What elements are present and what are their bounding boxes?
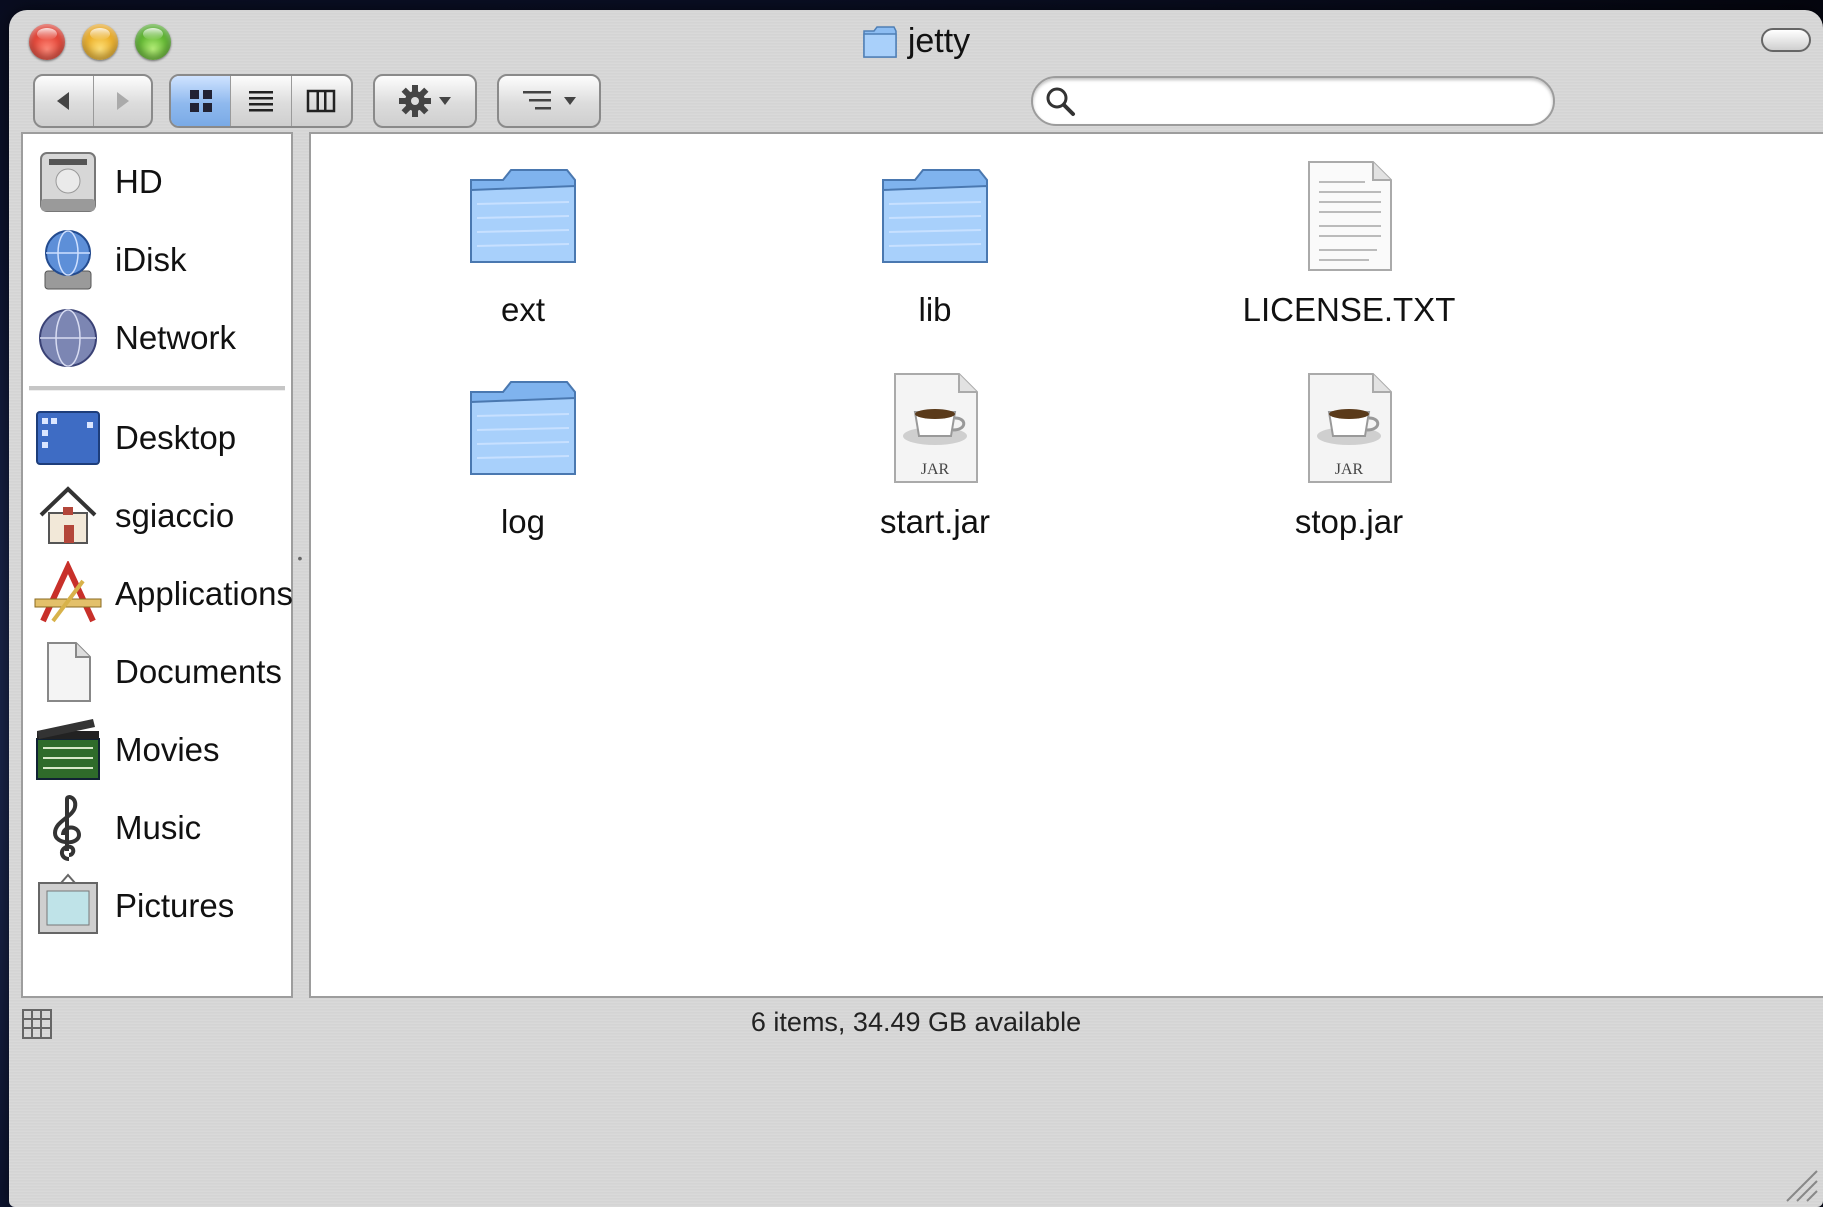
- sidebar-item-applications[interactable]: Applications: [23, 558, 293, 630]
- back-button[interactable]: [35, 76, 93, 126]
- action-menu-button[interactable]: [373, 74, 477, 128]
- column-view-button[interactable]: [290, 76, 351, 126]
- file-item-license-txt[interactable]: LICENSE.TXT: [1229, 158, 1469, 329]
- column-view-icon: [307, 89, 336, 113]
- jar-file-icon: JAR: [894, 373, 978, 483]
- sidebar-item-music[interactable]: Music: [23, 792, 291, 864]
- status-bar-text: 6 items, 34.49 GB available: [750, 1007, 1082, 1037]
- file-name: LICENSE.TXT: [1242, 291, 1456, 328]
- file-name: lib: [918, 291, 952, 328]
- sidebar-item-desktop[interactable]: Desktop: [23, 402, 291, 474]
- sidebar-item-label: sgiaccio: [115, 497, 235, 534]
- sidebar-item-idisk[interactable]: iDisk: [23, 224, 291, 296]
- file-icon-view: ext lib LICENSE.TXT log JAR start.jar JA…: [309, 132, 1823, 998]
- window-title: jetty: [907, 22, 971, 60]
- gear-icon: [399, 85, 431, 117]
- text-document-icon: [1308, 161, 1392, 271]
- sidebar: HD iDisk Network Desktop sgiaccio Applic…: [21, 132, 293, 998]
- search-input[interactable]: [1085, 80, 1553, 122]
- chevron-down-icon: [439, 97, 451, 105]
- folder-icon: [470, 381, 576, 475]
- arrange-menu-button[interactable]: [497, 74, 601, 128]
- file-item-ext[interactable]: ext: [403, 158, 643, 329]
- sidebar-item-movies[interactable]: Movies: [23, 714, 291, 786]
- resize-grip-icon[interactable]: [1783, 1167, 1819, 1203]
- sidebar-splitter-handle[interactable]: •: [295, 550, 305, 566]
- finder-window: jetty HD iDisk Network Desktop sgiaccio …: [9, 10, 1823, 1207]
- file-name: log: [500, 503, 546, 540]
- folder-icon: [863, 25, 897, 58]
- applications-icon: [34, 561, 102, 623]
- search-icon: [1046, 87, 1075, 116]
- jar-badge: JAR: [921, 461, 950, 478]
- list-view-icon: [248, 91, 273, 112]
- file-item-log[interactable]: log: [403, 370, 643, 541]
- sidebar-item-label: Documents: [115, 653, 282, 690]
- toolbar-toggle-button[interactable]: [1761, 28, 1811, 52]
- back-arrow-icon: [56, 92, 69, 110]
- title-bar: jetty: [9, 22, 1823, 62]
- icon-view-button[interactable]: [171, 76, 231, 126]
- sidebar-item-label: iDisk: [115, 241, 187, 278]
- folder-icon: [882, 169, 988, 263]
- list-view-button[interactable]: [230, 76, 290, 126]
- search-field[interactable]: [1031, 76, 1555, 126]
- folder-icon: [470, 169, 576, 263]
- sidebar-item-label: HD: [115, 163, 163, 200]
- sidebar-item-hd[interactable]: HD: [23, 146, 291, 218]
- sidebar-item-label: Movies: [115, 731, 220, 768]
- file-name: start.jar: [879, 503, 991, 540]
- icon-view-icon: [189, 90, 212, 112]
- desktop-icon: [36, 411, 100, 465]
- home-icon: [39, 486, 97, 544]
- sidebar-item-sgiaccio[interactable]: sgiaccio: [23, 480, 291, 552]
- pictures-frame-icon: [38, 873, 98, 934]
- sidebar-item-label: Pictures: [115, 887, 235, 924]
- file-item-lib[interactable]: lib: [815, 158, 1055, 329]
- forward-button[interactable]: [92, 76, 152, 126]
- file-name: stop.jar: [1294, 503, 1404, 540]
- jar-badge: JAR: [1335, 461, 1364, 478]
- movies-clapper-icon: [36, 719, 100, 780]
- documents-icon: [47, 642, 91, 702]
- file-item-stop-jar[interactable]: JAR stop.jar: [1229, 370, 1469, 541]
- sidebar-item-documents[interactable]: Documents: [23, 636, 291, 708]
- sidebar-item-label: Music: [115, 809, 202, 846]
- sidebar-item-label: Desktop: [115, 419, 237, 456]
- file-name: ext: [500, 291, 546, 328]
- forward-arrow-icon: [117, 92, 130, 110]
- view-mode-control: [169, 74, 353, 128]
- sidebar-item-label: Applications: [115, 575, 293, 612]
- idisk-icon: [44, 230, 92, 290]
- sidebar-item-network[interactable]: Network: [23, 302, 291, 374]
- action-button-content: [375, 76, 475, 126]
- sidebar-item-pictures[interactable]: Pictures: [23, 870, 291, 942]
- back-forward-control: [33, 74, 153, 128]
- arrange-button-content: [499, 76, 599, 126]
- network-globe-icon: [39, 309, 97, 367]
- sidebar-item-label: Network: [115, 319, 237, 356]
- chevron-down-icon: [564, 97, 576, 105]
- file-item-start-jar[interactable]: JAR start.jar: [815, 370, 1055, 541]
- arrange-icon: [523, 91, 551, 110]
- jar-file-icon: JAR: [1308, 373, 1392, 483]
- sidebar-divider: [29, 386, 285, 391]
- hard-drive-icon: [40, 152, 96, 212]
- music-clef-icon: [52, 795, 82, 861]
